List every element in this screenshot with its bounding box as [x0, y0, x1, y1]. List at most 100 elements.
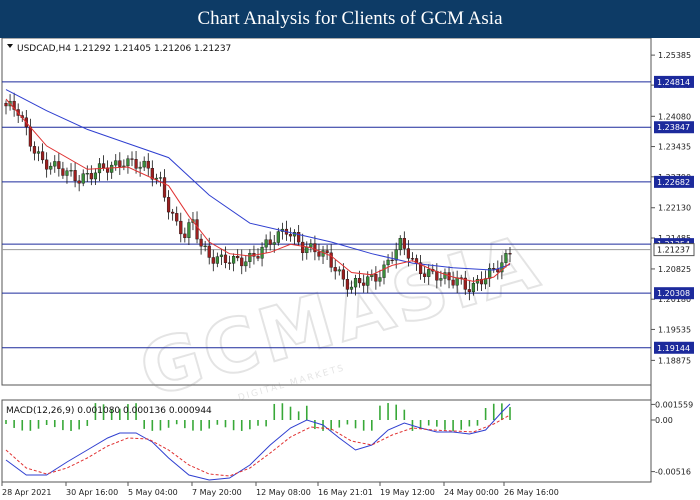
- candle-body: [439, 278, 443, 281]
- candle-body: [264, 239, 268, 248]
- candle-body: [77, 180, 81, 184]
- candle-body: [211, 257, 215, 264]
- candle-body: [240, 257, 244, 267]
- candle-body: [341, 269, 345, 280]
- level-label: 1.24814: [657, 78, 690, 87]
- time-tick-label: 30 Apr 16:00: [66, 488, 118, 497]
- candle-body: [187, 222, 191, 238]
- candle-body: [32, 146, 37, 154]
- time-tick-label: 19 May 12:00: [380, 488, 435, 497]
- candle-body: [353, 278, 358, 288]
- candle-body: [4, 102, 8, 107]
- candle-body: [171, 211, 175, 214]
- candle-body: [110, 164, 114, 173]
- candle-body: [443, 272, 447, 279]
- candle-body: [390, 259, 394, 262]
- price-tick-label: 1.18875: [658, 356, 691, 365]
- macd-header: MACD(12,26,9) 0.001080 0.000136 0.000944: [6, 406, 212, 416]
- candle-body: [166, 197, 171, 213]
- candle-body: [207, 245, 211, 258]
- level-label: 1.22682: [657, 178, 690, 187]
- candle-body: [227, 262, 232, 264]
- candle-body: [455, 277, 459, 286]
- candle-body: [183, 233, 187, 238]
- time-tick-label: 28 Apr 2021: [2, 488, 51, 497]
- candle-body: [504, 253, 508, 263]
- candle-body: [345, 279, 350, 290]
- price-tick-label: 1.23435: [658, 143, 691, 152]
- candle-body: [297, 232, 301, 243]
- candle-body: [122, 165, 126, 167]
- level-label: 1.23847: [657, 123, 690, 132]
- candle-body: [288, 234, 293, 237]
- candle-body: [85, 173, 89, 175]
- price-header: USDCAD,H4 1.21292 1.21405 1.21206 1.2123…: [17, 44, 231, 54]
- price-tick-label: 1.22130: [658, 204, 691, 213]
- candle-body: [93, 172, 98, 180]
- candle-body: [232, 255, 236, 264]
- candle-body: [36, 151, 41, 154]
- candle-body: [374, 273, 378, 282]
- candle-body: [508, 253, 512, 255]
- price-tick-label: 1.24080: [658, 112, 691, 121]
- candle-body: [223, 254, 228, 263]
- macd-tick-label: -0.00516: [655, 468, 691, 477]
- candle-body: [215, 256, 219, 264]
- candle-body: [471, 282, 476, 293]
- candle-body: [138, 166, 142, 169]
- candle-body: [101, 163, 106, 168]
- candle-body: [333, 267, 337, 272]
- candle-body: [337, 269, 341, 272]
- candle-body: [89, 173, 93, 180]
- candle-body: [260, 246, 264, 259]
- candle-body: [49, 165, 53, 170]
- candle-body: [203, 245, 207, 247]
- candle-body: [435, 271, 439, 281]
- level-label: 1.20308: [657, 289, 690, 298]
- candle-body: [402, 238, 406, 249]
- price-tick-label: 1.19535: [658, 325, 691, 334]
- candle-body: [28, 126, 32, 147]
- candle-body: [118, 160, 122, 167]
- candle-body: [73, 170, 77, 182]
- candle-body: [45, 159, 49, 170]
- candle-body: [406, 248, 410, 259]
- candle-body: [162, 177, 167, 198]
- candle-body: [398, 238, 402, 251]
- candle-body: [410, 258, 415, 260]
- candle-body: [175, 213, 179, 222]
- candle-body: [329, 252, 333, 268]
- candle-body: [451, 279, 455, 286]
- time-tick-label: 5 May 04:00: [128, 488, 178, 497]
- candle-body: [134, 159, 138, 169]
- candle-body: [301, 241, 305, 254]
- candle-body: [40, 151, 45, 161]
- candle-body: [146, 160, 150, 169]
- candle-body: [126, 158, 130, 167]
- candle-body: [427, 269, 431, 277]
- candle-body: [244, 261, 248, 267]
- candle-body: [366, 276, 370, 286]
- candle-body: [358, 278, 362, 284]
- macd-tick-label: 0.00: [655, 416, 673, 425]
- usdcad-chart: GCMASIA DIGITAL MARKETS 1.253851.247451.…: [0, 38, 700, 500]
- candle-body: [325, 250, 329, 254]
- candle-body: [236, 255, 240, 259]
- candle-body: [199, 238, 203, 247]
- time-tick-label: 7 May 20:00: [192, 488, 242, 497]
- candle-body: [382, 264, 386, 278]
- candle-body: [142, 160, 146, 168]
- time-tick-label: 26 May 16:00: [504, 488, 559, 497]
- candle-body: [423, 273, 427, 277]
- candle-body: [179, 220, 183, 235]
- candle-body: [61, 168, 65, 176]
- time-tick-label: 24 May 00:00: [444, 488, 499, 497]
- candle-body: [362, 282, 366, 286]
- candle-body: [317, 251, 321, 257]
- candle-body: [81, 173, 85, 184]
- candle-body: [158, 177, 163, 179]
- candle-body: [349, 286, 354, 290]
- time-tick-label: 12 May 08:00: [256, 488, 311, 497]
- candle-body: [219, 254, 224, 257]
- candle-body: [305, 246, 309, 254]
